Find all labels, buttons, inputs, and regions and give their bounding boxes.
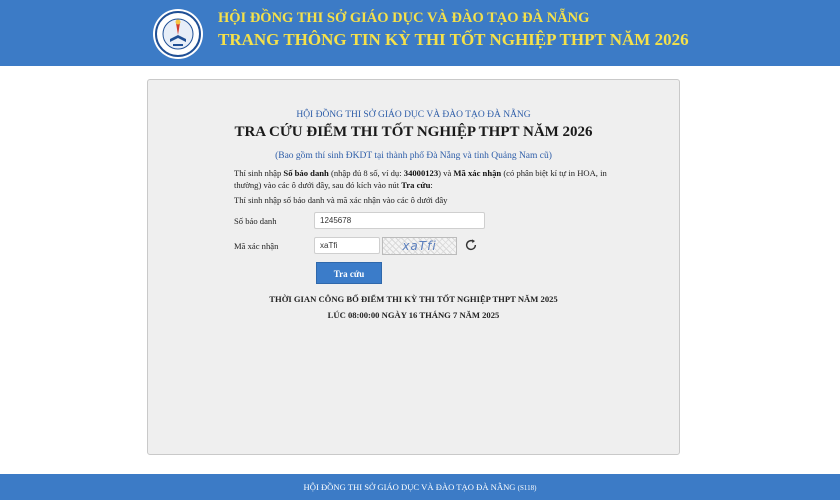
sbd-input[interactable]: 1245678	[314, 212, 485, 229]
captcha-label: Mã xác nhận	[234, 241, 279, 251]
site-footer: HỘI ĐỒNG THI SỞ GIÁO DỤC VÀ ĐÀO TẠO ĐÀ N…	[0, 474, 840, 500]
instructions: Thí sinh nhập Số báo danh (nhập đủ 8 số,…	[234, 168, 607, 190]
education-seal-icon	[153, 9, 203, 59]
refresh-icon[interactable]	[464, 238, 478, 252]
header-org-title: HỘI ĐỒNG THI SỞ GIÁO DỤC VÀ ĐÀO TẠO ĐÀ N…	[218, 10, 590, 26]
lookup-button[interactable]: Tra cứu	[316, 262, 382, 284]
footer-code: (S118)	[517, 484, 537, 492]
announcement-line2: LÚC 08:00:00 NGÀY 16 THÁNG 7 NĂM 2025	[327, 310, 500, 320]
sbd-label: Số báo danh	[234, 216, 277, 226]
footer-org: HỘI ĐỒNG THI SỞ GIÁO DỤC VÀ ĐÀO TẠO ĐÀ N…	[303, 482, 516, 492]
site-header: HỘI ĐỒNG THI SỞ GIÁO DỤC VÀ ĐÀO TẠO ĐÀ N…	[0, 0, 840, 66]
page-title: TRA CỨU ĐIỂM THI TỐT NGHIỆP THPT NĂM 202…	[234, 124, 593, 140]
announcement-line1: THỜI GIAN CÔNG BỐ ĐIỂM THI KỲ THI TỐT NG…	[269, 294, 558, 304]
header-site-title: TRANG THÔNG TIN KỲ THI TỐT NGHIỆP THPT N…	[218, 30, 689, 49]
panel-org-name: HỘI ĐỒNG THI SỞ GIÁO DỤC VÀ ĐÀO TẠO ĐÀ N…	[296, 110, 531, 120]
lookup-panel: HỘI ĐỒNG THI SỞ GIÁO DỤC VÀ ĐÀO TẠO ĐÀ N…	[147, 79, 680, 455]
captcha-image: xaTfi	[382, 237, 457, 255]
instructions-secondary: Thí sinh nhập số báo danh và mã xác nhận…	[234, 195, 448, 205]
captcha-input[interactable]: xaTfi	[314, 237, 380, 254]
scope-note: (Bao gồm thí sinh ĐKDT tại thành phố Đà …	[275, 151, 552, 161]
